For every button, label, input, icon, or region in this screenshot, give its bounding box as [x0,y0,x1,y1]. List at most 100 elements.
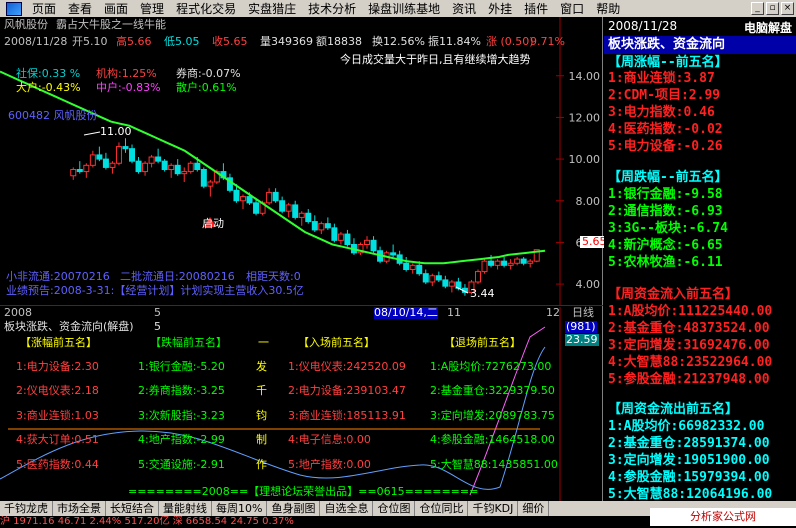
analysis-side-panel: 2008/11/28 电脑解盘 板块涨跌、资金流向 【周涨幅--前五名】 1:商… [604,17,796,502]
close-icon[interactable]: × [781,2,794,15]
window-controls: _ ▫ × [751,2,796,15]
candle-body-9 [129,148,136,162]
motto-char-2: 千 [256,384,267,397]
outflow-4: 4:参股金融:1464518.00 [430,433,555,446]
menu-item-training[interactable]: 操盘训练基地 [362,0,446,17]
candle-body-55 [429,275,436,283]
menu-item-hunt[interactable]: 实盘猎庄 [242,0,302,17]
motto-char-5: 作 [256,458,267,471]
menu-item-plugin[interactable]: 插件 [518,0,554,17]
inflow-3: 3:商业连锁:185113.91 [288,409,406,422]
tab-position-chart[interactable]: 仓位图 [373,501,416,516]
outflow-1: 1:A股均价:7276273.00 [430,360,552,373]
holder-institution: 机构:1.25% [96,67,157,80]
candle-body-52 [409,264,416,270]
weekly-inflow-3: 3:定向增发:31692476.00 [608,338,770,353]
low-label: 3.44 [470,287,495,300]
menu-item-help[interactable]: 帮助 [590,0,626,17]
candle-body-66 [501,260,508,266]
menu-item-manage[interactable]: 管理 [134,0,170,17]
watermark: 分析家公式网 www.88gs.com [650,508,796,526]
y-tick-label-4: 12.00 [569,111,601,124]
candle-body-35 [298,212,305,218]
candle-body-27 [246,196,253,204]
candle-body-57 [442,279,449,287]
candle-body-5 [102,158,109,168]
tab-weekly-10[interactable]: 每周10% [212,501,268,516]
quote-open: 开5.10 [72,35,108,48]
tab-market-overview[interactable]: 市场全景 [53,501,106,516]
menu-item-page[interactable]: 页面 [26,0,62,17]
menu-item-tech-analysis[interactable]: 技术分析 [302,0,362,17]
menu-item-info[interactable]: 资讯 [446,0,482,17]
tab-volume-ray[interactable]: 量能射线 [159,501,212,516]
tab-detail-price[interactable]: 细价 [518,501,550,516]
candle-body-15 [168,164,175,170]
candle-body-21 [207,181,214,187]
tab-watchlist-full[interactable]: 自选全息 [320,501,374,516]
menu-item-external[interactable]: 外挂 [482,0,518,17]
menu-item-window[interactable]: 窗口 [554,0,590,17]
kline-chart-panel[interactable]: 4.006.008.0010.0012.0014.00 风帆股份 霸占大牛股之一… [0,17,609,305]
quote-amplitude: 振11.84% [428,35,481,48]
volume-note: 今日成交量大于昨日,且有继续增大趋势 [340,53,531,66]
candle-body-25 [233,189,240,202]
tab-fish-body[interactable]: 鱼身副图 [267,501,321,516]
header-sep: 一 [258,336,269,349]
quote-volume: 量349369 [260,35,313,48]
candle-body-11 [142,162,149,173]
sector-panel-num: 5 [154,320,161,333]
header-losers: 【跌幅前五名】 [150,336,227,349]
candle-body-10 [135,160,142,173]
candle-body-41 [337,233,344,241]
candle-body-8 [122,146,129,150]
stock-slogan: 霸占大牛股之一线牛能 [56,18,166,31]
sector-footer: ========2008==【理想论坛荣誉出品】==0615======== [128,485,479,498]
holder-big: 大户:-0.43% [16,81,81,94]
weekly-down-3: 3:3G--板块:-6.74 [608,221,728,236]
app-window: 页面 查看 画面 管理 程式化交易 实盘猎庄 技术分析 操盘训练基地 资讯 外挂… [0,0,796,528]
restore-icon[interactable]: ▫ [766,2,779,15]
quote-amount: 额18838 [316,35,362,48]
weekly-up-3: 3:电力指数:0.46 [608,105,715,120]
menu-item-screen[interactable]: 画面 [98,0,134,17]
sector-flow-panel[interactable]: 板块涨跌、资金流向(解盘) 5 【涨幅前五名】 【跌幅前五名】 一 【入场前五名… [0,307,603,501]
tab-qianjun-kdj[interactable]: 千钧KDJ [468,501,519,516]
tab-position-yoy[interactable]: 仓位同比 [415,501,469,516]
candle-body-0 [70,169,77,177]
app-logo-icon[interactable] [6,1,22,16]
weekly-outflow-2: 2:基金重仓:28591374.00 [608,436,770,451]
menu-item-view[interactable]: 查看 [62,0,98,17]
side-panel-title: 电脑解盘 [743,21,792,35]
weekly-inflow-4: 4:大智慧88:23522964.00 [608,355,773,370]
weekly-down-title: 【周跌幅--前五名】 [608,170,728,185]
candle-body-39 [324,223,331,229]
float-date-1: 小非流通:20070216 [6,270,110,283]
weekly-inflow-1: 1:A股均价:111225440.00 [608,304,773,319]
menu-item-program-trading[interactable]: 程式化交易 [170,0,242,17]
candle-body-42 [344,233,351,245]
quote-close: 收5.65 [212,35,248,48]
candle-body-14 [161,160,168,171]
loser-2: 2:券商指数:-3.25 [138,384,225,397]
inflow-4: 4:电子信息:0.00 [288,433,371,446]
tab-long-short[interactable]: 长短结合 [106,501,159,516]
candle-body-17 [181,171,188,175]
minimize-icon[interactable]: _ [751,2,764,15]
weekly-down-4: 4:新沪概念:-6.65 [608,238,723,253]
candle-body-53 [416,264,423,275]
candle-body-19 [194,162,201,170]
weekly-up-4: 4:医药指数:-0.02 [608,122,723,137]
quote-change-pct: 9.71% [530,35,565,48]
tab-qianjun-longhu[interactable]: 千钧龙虎 [0,501,53,516]
header-outflow: 【退场前五名】 [444,336,521,349]
weekly-outflow-3: 3:定向增发:19051900.00 [608,453,770,468]
weekly-inflow-5: 5:参股金融:21237948.00 [608,372,770,387]
days-gap: 相距天数:0 [246,270,301,283]
candle-body-56 [435,275,442,281]
weekly-inflow-2: 2:基金重仓:48373524.00 [608,321,770,336]
holder-mid: 中户:-0.83% [96,81,161,94]
candle-body-34 [292,204,299,218]
weekly-outflow-1: 1:A股均价:66982332.00 [608,419,765,434]
holder-social: 社保:0.33 % [16,67,81,80]
